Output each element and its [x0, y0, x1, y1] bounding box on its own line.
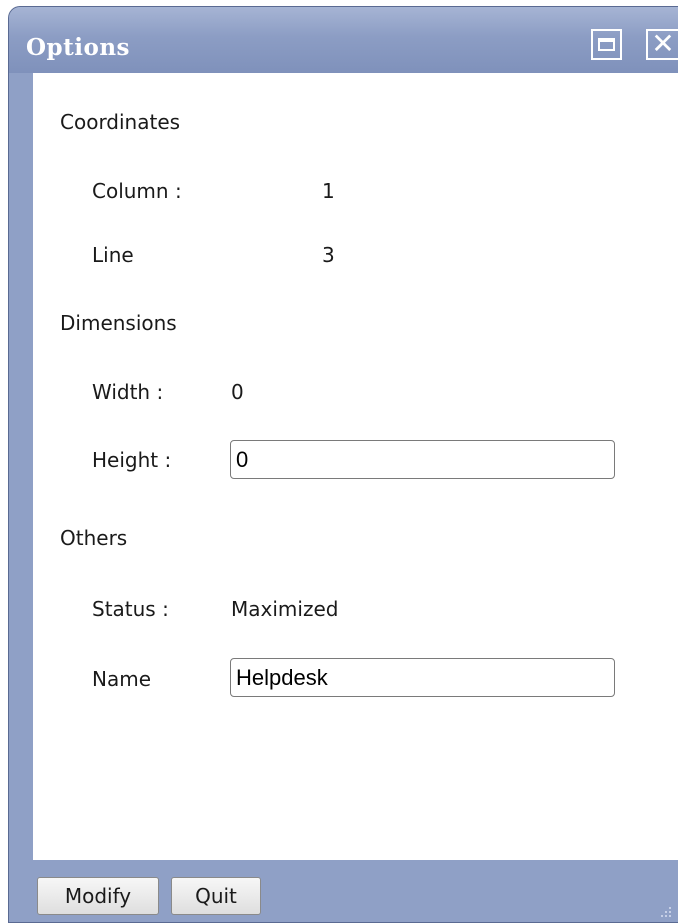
modify-button[interactable]: Modify — [37, 877, 159, 915]
quit-button[interactable]: Quit — [171, 877, 261, 915]
status-label: Status : — [92, 597, 169, 621]
resize-grip-icon[interactable] — [660, 906, 672, 918]
height-label: Height : — [92, 448, 172, 472]
column-value: 1 — [322, 179, 335, 203]
width-value: 0 — [231, 380, 244, 404]
close-button[interactable]: ✕ — [646, 29, 678, 60]
name-field[interactable] — [230, 658, 615, 697]
coordinates-heading: Coordinates — [60, 110, 181, 134]
window-title: Options — [26, 34, 130, 61]
dimensions-heading: Dimensions — [60, 311, 177, 335]
line-label: Line — [92, 243, 134, 267]
maximize-button[interactable] — [591, 29, 622, 60]
column-label: Column : — [92, 179, 182, 203]
line-value: 3 — [322, 243, 335, 267]
others-heading: Others — [60, 526, 128, 550]
status-value: Maximized — [231, 597, 339, 621]
options-window: Options ✕ Coordinates Column : 1 Line 3 … — [8, 6, 678, 923]
width-label: Width : — [92, 380, 164, 404]
height-field[interactable] — [230, 440, 615, 479]
name-label: Name — [92, 667, 152, 691]
maximize-icon — [598, 38, 615, 51]
options-panel: Coordinates Column : 1 Line 3 Dimensions… — [33, 73, 678, 860]
title-bar[interactable]: Options ✕ — [9, 7, 678, 73]
close-icon: ✕ — [651, 26, 675, 60]
